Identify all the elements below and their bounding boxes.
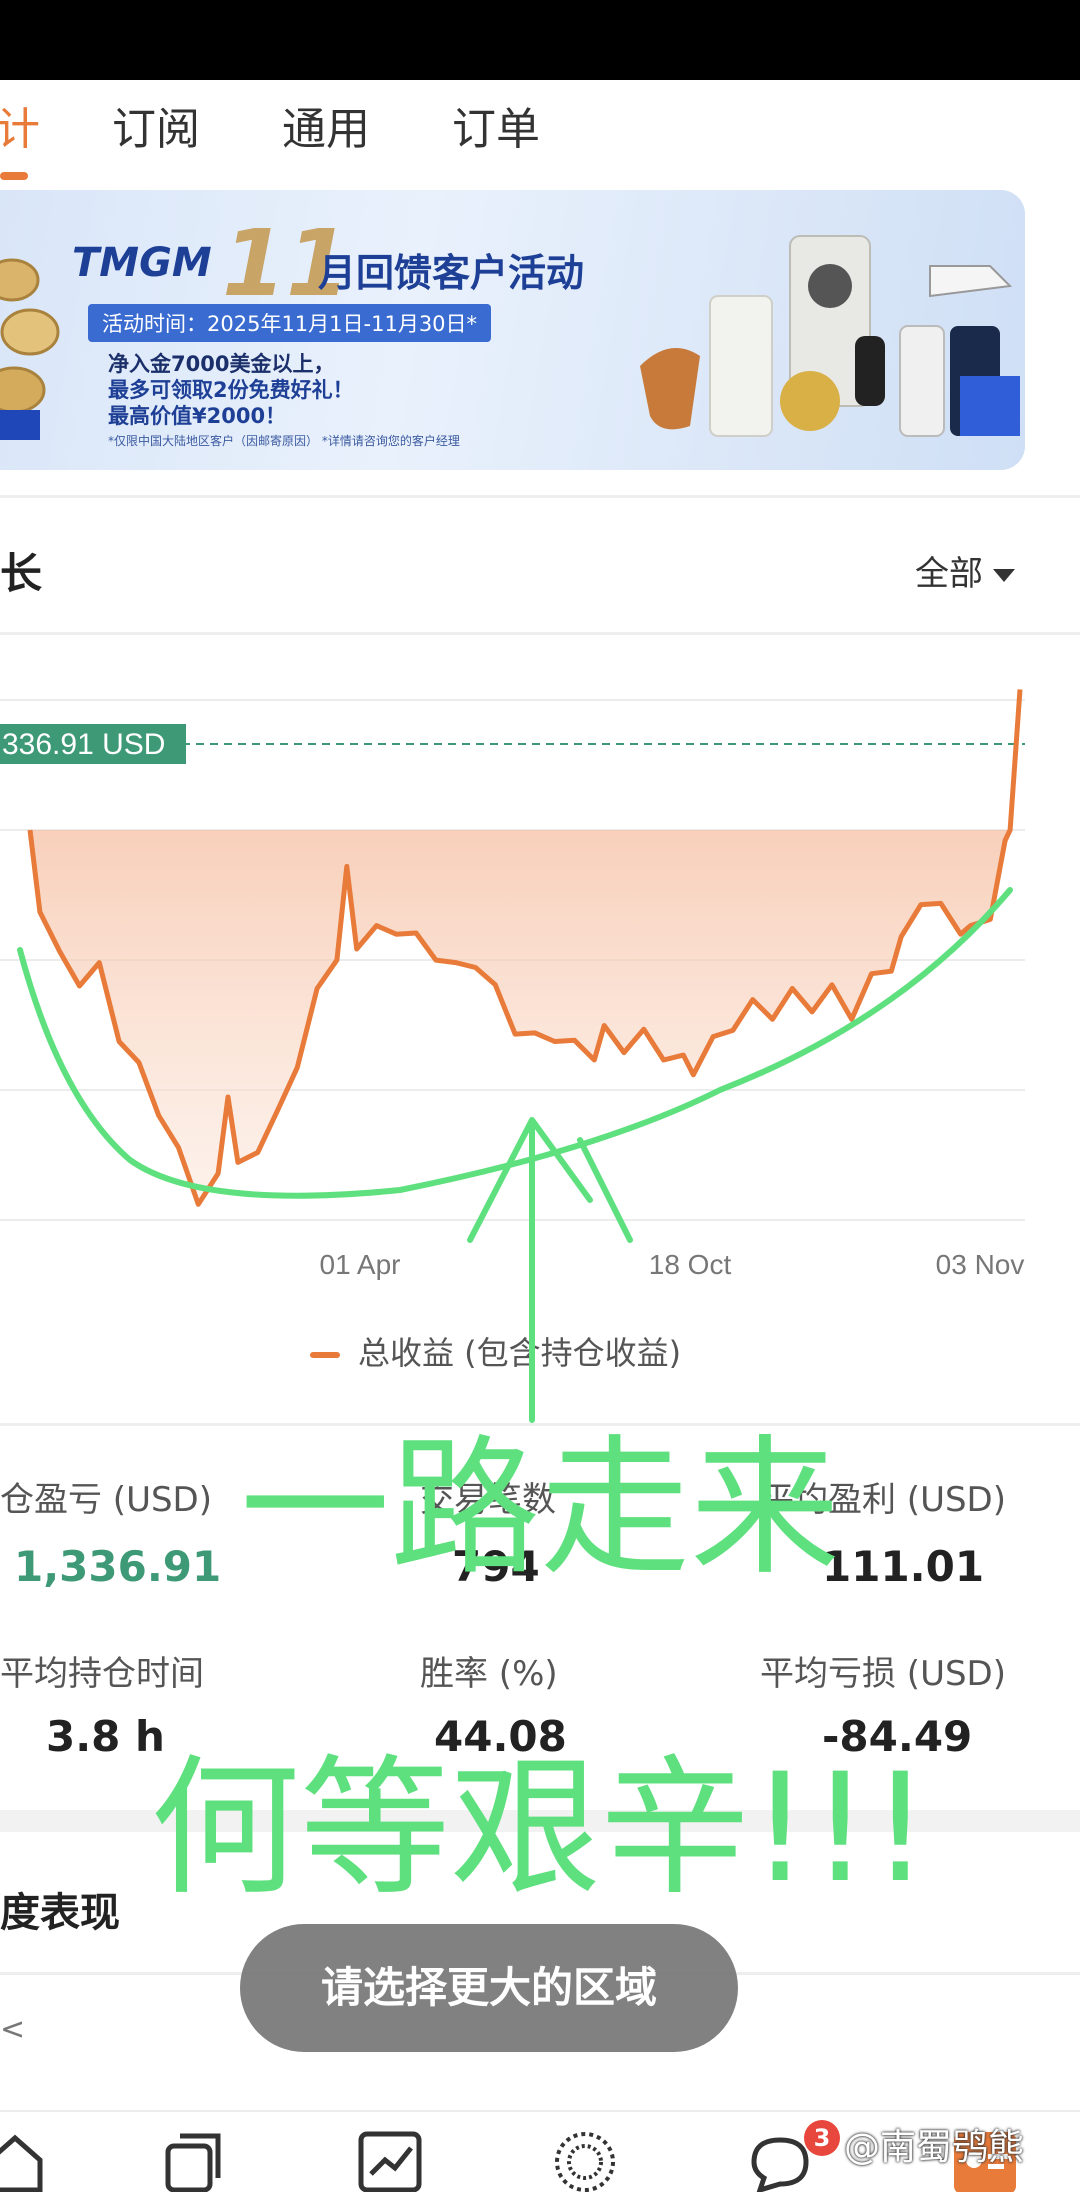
- chevron-left-icon[interactable]: <: [0, 2012, 25, 2047]
- promo-banner[interactable]: TMGM 11 月回馈客户活动 活动时间：2025年11月1日-11月30日* …: [0, 190, 1025, 470]
- section-divider: [0, 632, 1080, 635]
- section-divider: [0, 495, 1080, 498]
- home-icon[interactable]: [0, 2126, 50, 2192]
- trades-label: 交易笔数: [420, 1480, 556, 1520]
- pnl-label: 仓盈亏 (USD): [0, 1480, 212, 1520]
- legend-label: 总收益 (包含持仓收益): [358, 1334, 682, 1372]
- stats-grid: 仓盈亏 (USD) 1,336.91 交易笔数 794 平均盈利 (USD) 1…: [0, 1420, 1080, 1780]
- x-axis-ticks: 01 Apr 18 Oct 03 Nov: [320, 1249, 1025, 1280]
- trades-value: 794: [452, 1542, 540, 1591]
- performance-section-title: 度表现: [0, 1890, 120, 1936]
- banner-date: 活动时间：2025年11月1日-11月30日*: [88, 304, 492, 342]
- section-separator: [0, 1810, 1080, 1832]
- x-tick-label: 01 Apr: [320, 1249, 401, 1280]
- trend-chart-icon[interactable]: [355, 2126, 425, 2192]
- banner-title: 月回馈客户活动: [318, 251, 585, 295]
- avg-loss-label: 平均亏损 (USD): [760, 1654, 1006, 1694]
- winrate-label: 胜率 (%): [420, 1654, 558, 1694]
- chat-badge: 3: [804, 2120, 840, 2156]
- avg-hold-value: 3.8 h: [46, 1712, 165, 1761]
- gold-coins-image: [0, 258, 60, 440]
- winrate-value: 44.08: [434, 1712, 567, 1761]
- active-tab-indicator: [0, 172, 28, 180]
- range-filter-dropdown[interactable]: 全部: [915, 546, 1015, 595]
- avg-profit-label: 平均盈利 (USD): [760, 1480, 1006, 1520]
- chart-legend[interactable]: 总收益 (包含持仓收益): [310, 1328, 681, 1374]
- status-bar: [0, 0, 1080, 80]
- x-tick-label: 18 Oct: [649, 1249, 732, 1280]
- banner-fine-print: *仅限中国大陆地区客户（因邮寄原因） *详情请咨询您的客户经理: [108, 434, 460, 448]
- toast-message: 请选择更大的区域: [240, 1924, 738, 2052]
- avg-loss-value: -84.49: [822, 1712, 973, 1761]
- gift-products-image: [640, 235, 1020, 437]
- growth-section-title: 长: [0, 549, 43, 598]
- tab-orders[interactable]: 订单: [452, 80, 540, 190]
- copy-trade-icon[interactable]: [160, 2126, 230, 2192]
- area-fill: [30, 689, 1020, 1205]
- watermark: @南蜀鸮熊: [844, 2127, 1025, 2168]
- current-value-label: 336.91 USD: [2, 728, 165, 761]
- legend-swatch: [310, 1352, 340, 1358]
- tab-subscription[interactable]: 订阅: [112, 80, 200, 190]
- avg-hold-label: 平均持仓时间: [0, 1654, 204, 1694]
- range-filter-label: 全部: [915, 554, 983, 594]
- pnl-value: 1,336.91: [14, 1542, 222, 1591]
- tab-general[interactable]: 通用: [282, 80, 370, 190]
- top-tabs: 计 订阅 通用 订单: [0, 80, 1080, 190]
- equity-growth-chart[interactable]: 336.91 USD 01 Apr 18 Oct 03 Nov: [0, 680, 1080, 1300]
- banner-brand: TMGM: [72, 240, 212, 286]
- globe-icon[interactable]: [550, 2126, 620, 2192]
- caret-down-icon: [993, 569, 1015, 582]
- avg-profit-value: 111.01: [822, 1542, 985, 1591]
- banner-line-3: 最高价值¥2000！: [108, 404, 287, 428]
- x-tick-label: 03 Nov: [936, 1249, 1025, 1280]
